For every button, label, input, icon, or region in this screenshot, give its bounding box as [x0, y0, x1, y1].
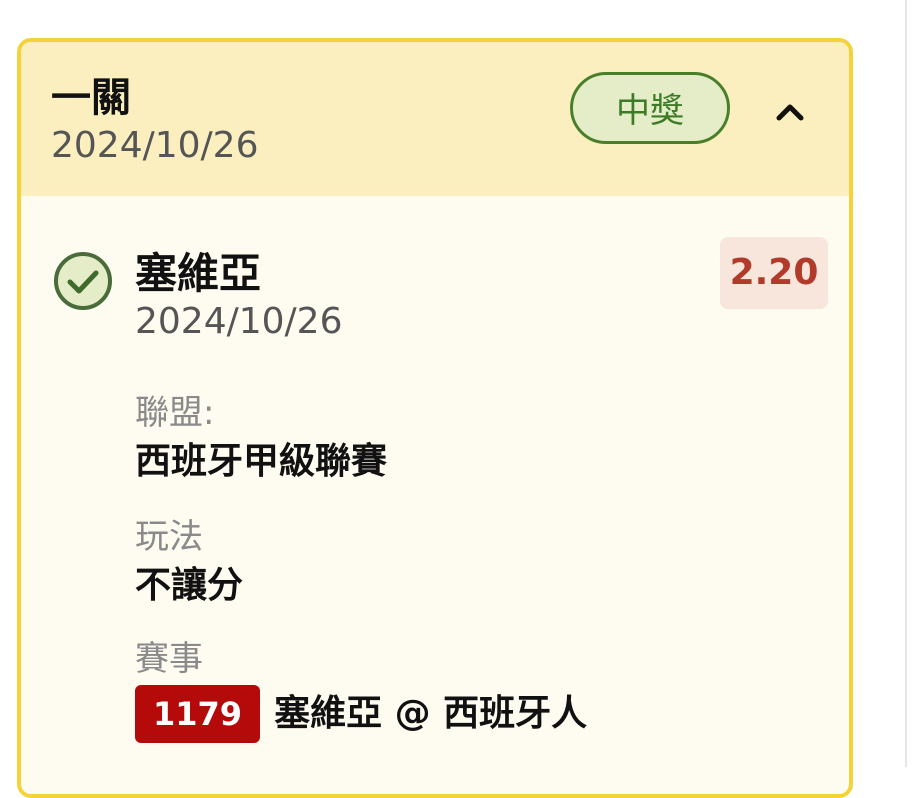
league-label: 聯盟: — [135, 393, 215, 433]
chevron-up-icon — [776, 104, 804, 121]
league-value: 西班牙甲級聯賽 — [135, 441, 388, 482]
selection-team-name: 塞維亞 — [135, 249, 262, 298]
win-status-badge: 中獎 — [570, 72, 730, 144]
page-divider — [905, 0, 907, 767]
event-name: 塞維亞 @ 西班牙人 — [274, 693, 588, 734]
bet-card-header[interactable]: 一關 2024/10/26 中獎 — [21, 42, 849, 196]
check-circle-icon — [54, 252, 112, 310]
selection-date: 2024/10/26 — [135, 301, 343, 342]
odds-badge: 2.20 — [720, 237, 828, 309]
bet-card: 一關 2024/10/26 中獎 塞維亞 2024/10/26 2.20 聯盟:… — [17, 38, 853, 798]
event-row: 1179 塞維亞 @ 西班牙人 — [135, 684, 587, 744]
play-type-value: 不讓分 — [135, 565, 244, 606]
play-type-label: 玩法 — [135, 517, 203, 557]
event-label: 賽事 — [135, 639, 203, 679]
bet-date: 2024/10/26 — [51, 125, 259, 166]
event-code-badge: 1179 — [135, 685, 261, 743]
bet-type-title: 一關 — [51, 75, 131, 121]
collapse-button[interactable] — [766, 92, 814, 132]
